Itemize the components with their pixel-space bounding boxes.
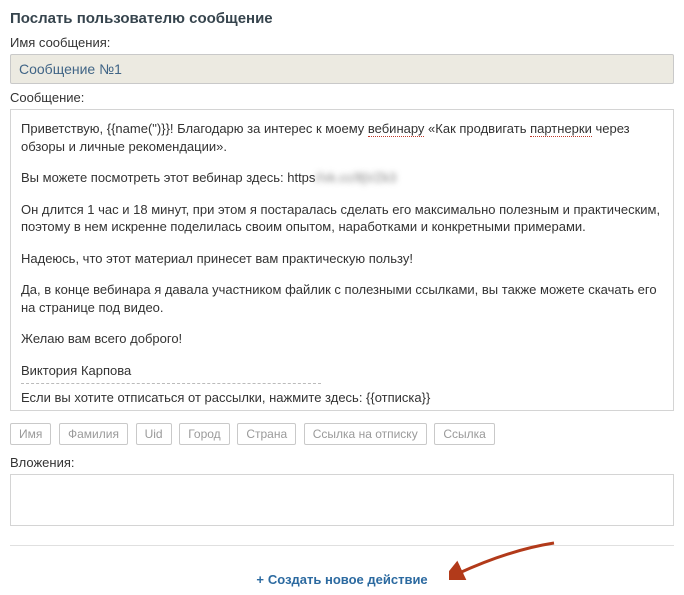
msg-paragraph: Приветствую, {{name(")}}! Благодарю за и… [21, 120, 663, 155]
message-name-input[interactable] [10, 54, 674, 84]
message-body-editor[interactable]: Приветствую, {{name(")}}! Благодарю за и… [10, 109, 674, 411]
spellcheck-word: вебинару [368, 121, 425, 137]
plus-icon: + [256, 572, 264, 587]
msg-paragraph: Желаю вам всего доброго! [21, 330, 663, 348]
create-action-link[interactable]: + Создать новое действие [256, 572, 427, 587]
attachments-input[interactable] [10, 474, 674, 526]
tag-surname-button[interactable]: Фамилия [59, 423, 128, 445]
annotation-arrow-icon [449, 540, 559, 580]
attachments-label: Вложения: [10, 455, 674, 470]
spellcheck-word: партнерки [530, 121, 592, 137]
tag-country-button[interactable]: Страна [237, 423, 296, 445]
tag-city-button[interactable]: Город [179, 423, 229, 445]
msg-paragraph: Надеюсь, что этот материал принесет вам … [21, 250, 663, 268]
tag-name-button[interactable]: Имя [10, 423, 51, 445]
msg-paragraph: Вы можете посмотреть этот вебинар здесь:… [21, 169, 663, 187]
msg-signature: Виктория Карпова [21, 362, 663, 380]
msg-unsubscribe: Если вы хотите отписаться от рассылки, н… [21, 389, 663, 407]
msg-paragraph: Да, в конце вебинара я давала участником… [21, 281, 663, 316]
variable-tags-row: Имя Фамилия Uid Город Страна Ссылка на о… [10, 423, 674, 445]
create-action-label: Создать новое действие [268, 572, 428, 587]
msg-paragraph: Он длится 1 час и 18 минут, при этом я п… [21, 201, 663, 236]
message-field-label: Сообщение: [10, 90, 674, 105]
tag-link-button[interactable]: Ссылка [434, 423, 494, 445]
tag-uid-button[interactable]: Uid [136, 423, 172, 445]
tag-unsub-button[interactable]: Ссылка на отписку [304, 423, 427, 445]
redacted-url: //vk.cc/8jVZk3 [315, 170, 396, 185]
signature-divider [21, 383, 321, 384]
section-title: Послать пользователю сообщение [10, 10, 674, 27]
name-field-label: Имя сообщения: [10, 35, 674, 50]
bottom-bar: + Создать новое действие [10, 545, 674, 595]
